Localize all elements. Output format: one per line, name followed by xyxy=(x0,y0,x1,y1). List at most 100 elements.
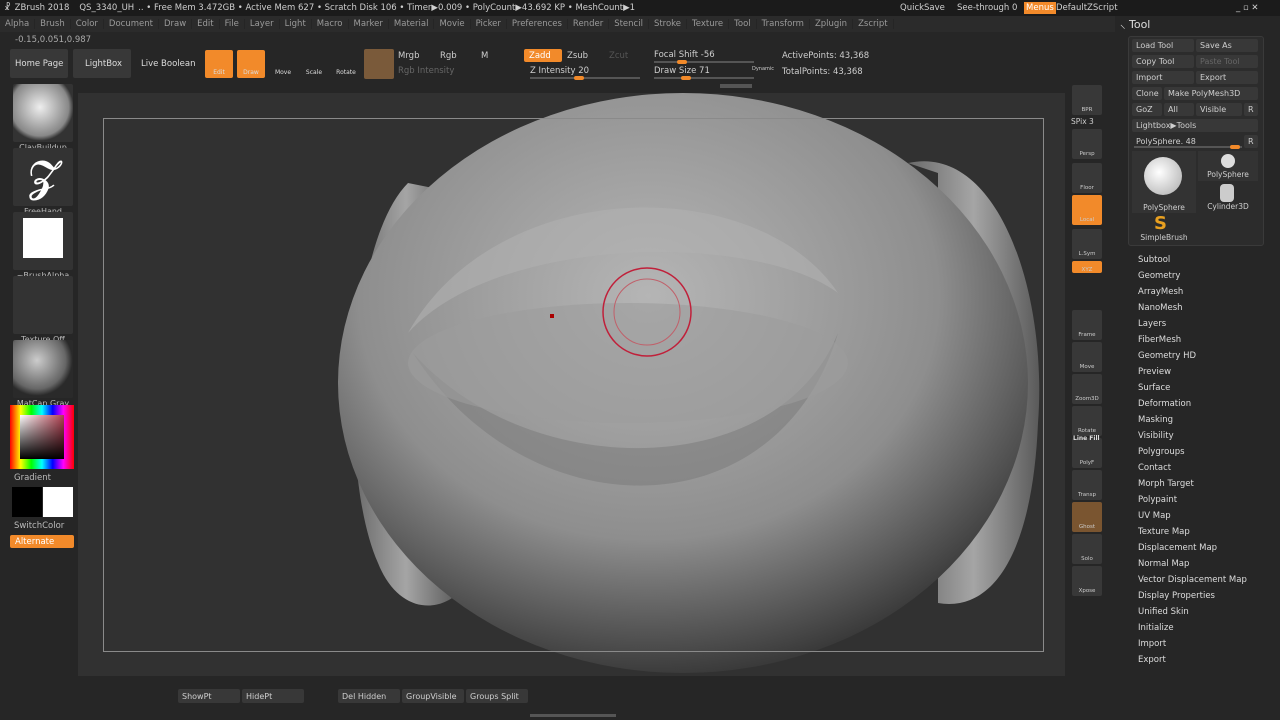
secondary-color-swatch[interactable] xyxy=(12,487,42,517)
quicksave-button[interactable]: QuickSave xyxy=(900,3,945,13)
export-button[interactable]: Export xyxy=(1196,71,1258,84)
groups-split-button[interactable]: Groups Split xyxy=(466,689,528,703)
bottom-tray-handle[interactable] xyxy=(530,714,616,717)
subpalette-nanomesh[interactable]: NanoMesh xyxy=(1138,303,1247,319)
menu-light[interactable]: Light xyxy=(280,19,312,29)
home-page-button[interactable]: Home Page xyxy=(10,49,68,78)
spix-slider[interactable]: SPix 3 xyxy=(1071,117,1094,126)
frame-button[interactable]: Frame xyxy=(1072,310,1102,340)
xpose-button[interactable]: Xpose xyxy=(1072,566,1102,596)
subpalette-polypaint[interactable]: Polypaint xyxy=(1138,495,1247,511)
floor-button[interactable]: Floor xyxy=(1072,163,1102,193)
visible-button[interactable]: Visible xyxy=(1196,103,1242,116)
subpalette-displacement-map[interactable]: Displacement Map xyxy=(1138,543,1247,559)
subpalette-unified-skin[interactable]: Unified Skin xyxy=(1138,607,1247,623)
menus-toggle[interactable]: Menus xyxy=(1024,2,1056,14)
menu-file[interactable]: File xyxy=(220,19,245,29)
load-tool-button[interactable]: Load Tool xyxy=(1132,39,1194,52)
z-intensity-slider[interactable]: Z Intensity 20 xyxy=(530,66,589,76)
showpt-button[interactable]: ShowPt xyxy=(178,689,240,703)
see-through-slider[interactable]: See-through 0 xyxy=(957,3,1017,13)
menu-alpha[interactable]: Alpha xyxy=(0,19,36,29)
subpalette-geometry-hd[interactable]: Geometry HD xyxy=(1138,351,1247,367)
rgb-intensity-slider[interactable]: Rgb Intensity xyxy=(398,66,454,76)
material-color-button[interactable] xyxy=(364,49,394,79)
subpalette-geometry[interactable]: Geometry xyxy=(1138,271,1247,287)
menu-material[interactable]: Material xyxy=(389,19,435,29)
menu-preferences[interactable]: Preferences xyxy=(507,19,568,29)
default-zscript[interactable]: DefaultZScript xyxy=(1056,3,1118,13)
scale-button[interactable]: Scale xyxy=(300,50,328,78)
subpalette-fibermesh[interactable]: FiberMesh xyxy=(1138,335,1247,351)
subpalette-arraymesh[interactable]: ArrayMesh xyxy=(1138,287,1247,303)
rotate-button[interactable]: Rotate xyxy=(1072,406,1102,436)
subpalette-polygroups[interactable]: Polygroups xyxy=(1138,447,1247,463)
subpalette-display-properties[interactable]: Display Properties xyxy=(1138,591,1247,607)
subpalette-morph-target[interactable]: Morph Target xyxy=(1138,479,1247,495)
menu-layer[interactable]: Layer xyxy=(245,19,280,29)
menu-movie[interactable]: Movie xyxy=(434,19,471,29)
clone-button[interactable]: Clone xyxy=(1132,87,1162,100)
focal-shift-slider[interactable]: Focal Shift -56 xyxy=(654,50,715,60)
rgb-button[interactable]: Rgb xyxy=(440,51,457,61)
menu-render[interactable]: Render xyxy=(568,19,610,29)
r-button[interactable]: R xyxy=(1244,103,1258,116)
subpalette-normal-map[interactable]: Normal Map xyxy=(1138,559,1247,575)
tool-thumb-cylinder3d[interactable]: Cylinder3D xyxy=(1198,183,1258,213)
menu-edit[interactable]: Edit xyxy=(192,19,220,29)
primary-color-swatch[interactable] xyxy=(43,487,73,517)
subpalette-masking[interactable]: Masking xyxy=(1138,415,1247,431)
menu-macro[interactable]: Macro xyxy=(312,19,349,29)
zadd-button[interactable]: Zadd xyxy=(524,49,562,62)
local-button[interactable]: Local xyxy=(1072,195,1102,225)
subpalette-texture-map[interactable]: Texture Map xyxy=(1138,527,1247,543)
subpalette-initialize[interactable]: Initialize xyxy=(1138,623,1247,639)
menu-marker[interactable]: Marker xyxy=(349,19,389,29)
dynamic-toggle[interactable]: Dynamic xyxy=(752,66,774,72)
mrgb-button[interactable]: Mrgb xyxy=(398,51,419,61)
polyf-button[interactable]: PolyF xyxy=(1072,438,1102,468)
lightbox-tools-button[interactable]: Lightbox▶Tools xyxy=(1132,119,1258,132)
zoom-button[interactable]: Zoom3D xyxy=(1072,374,1102,404)
subpalette-vector-displacement-map[interactable]: Vector Displacement Map xyxy=(1138,575,1247,591)
persp-button[interactable]: Persp xyxy=(1072,129,1102,159)
menu-picker[interactable]: Picker xyxy=(471,19,507,29)
del-hidden-button[interactable]: Del Hidden xyxy=(338,689,400,703)
subpalette-layers[interactable]: Layers xyxy=(1138,319,1247,335)
draw-size-track[interactable] xyxy=(654,76,754,80)
subpalette-surface[interactable]: Surface xyxy=(1138,383,1247,399)
line-fill-toggle[interactable]: Line Fill xyxy=(1073,435,1100,442)
lightbox-button[interactable]: LightBox xyxy=(73,49,131,78)
menu-brush[interactable]: Brush xyxy=(35,19,71,29)
edit-button[interactable]: Edit xyxy=(205,50,233,78)
texture-selector[interactable]: Texture Off xyxy=(12,276,74,344)
solo-button[interactable]: Solo xyxy=(1072,534,1102,564)
subpalette-contact[interactable]: Contact xyxy=(1138,463,1247,479)
import-button[interactable]: Import xyxy=(1132,71,1194,84)
zsub-button[interactable]: Zsub xyxy=(567,51,588,61)
switch-color-button[interactable]: SwitchColor xyxy=(14,521,64,531)
menu-texture[interactable]: Texture xyxy=(687,19,730,29)
zcut-button[interactable]: Zcut xyxy=(609,51,628,61)
subpalette-export[interactable]: Export xyxy=(1138,655,1247,671)
transp-button[interactable]: Transp xyxy=(1072,470,1102,500)
menu-draw[interactable]: Draw xyxy=(159,19,193,29)
z-intensity-track[interactable] xyxy=(530,76,640,80)
move-button[interactable]: Move xyxy=(269,50,297,78)
lsym-button[interactable]: L.Sym xyxy=(1072,229,1102,259)
move-button[interactable]: Move xyxy=(1072,342,1102,372)
color-picker[interactable] xyxy=(10,405,74,469)
live-boolean-button[interactable]: Live Boolean xyxy=(136,49,198,78)
bpr-button[interactable]: BPR xyxy=(1072,85,1102,115)
make-polymesh-button[interactable]: Make PolyMesh3D xyxy=(1164,87,1258,100)
paste-tool-button[interactable]: Paste Tool xyxy=(1196,55,1258,68)
menu-zplugin[interactable]: Zplugin xyxy=(810,19,854,29)
focal-shift-track[interactable] xyxy=(654,60,754,64)
subpalette-uv-map[interactable]: UV Map xyxy=(1138,511,1247,527)
subpalette-subtool[interactable]: Subtool xyxy=(1138,255,1247,271)
menu-tool[interactable]: Tool xyxy=(729,19,757,29)
xyz-symmetry-button[interactable]: XYZ xyxy=(1072,261,1102,273)
subpalette-deformation[interactable]: Deformation xyxy=(1138,399,1247,415)
polysphere-track[interactable] xyxy=(1134,145,1242,149)
copy-tool-button[interactable]: Copy Tool xyxy=(1132,55,1194,68)
